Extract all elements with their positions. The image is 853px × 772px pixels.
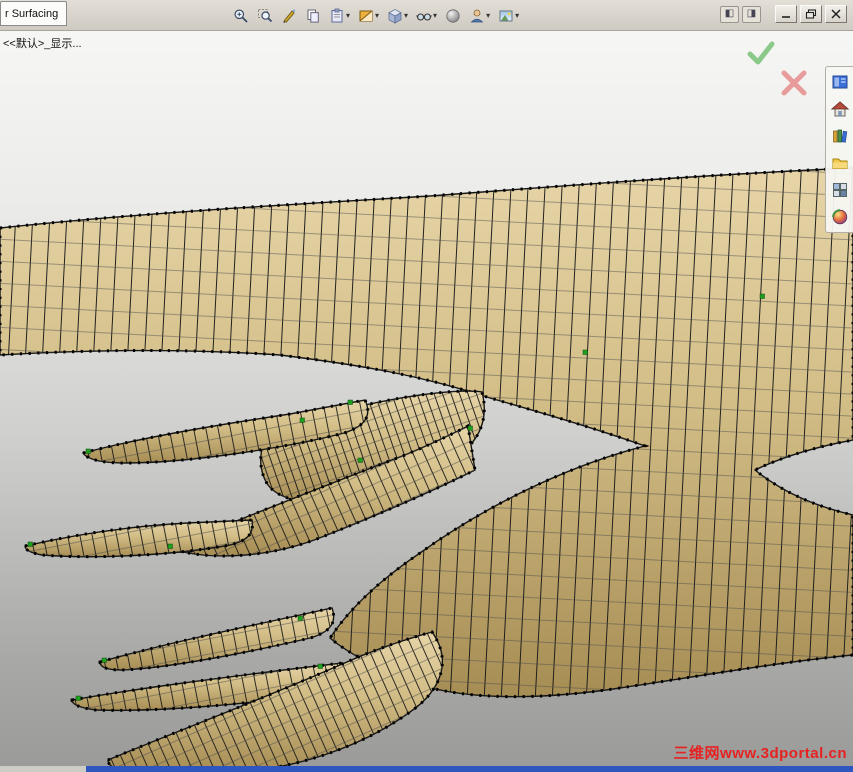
bottom-strip-left (0, 766, 86, 772)
zoom-to-area-icon[interactable] (254, 5, 276, 27)
view-orientation-icon[interactable]: ▾ (384, 5, 411, 27)
dock-left-icon[interactable]: ◧ (720, 5, 739, 23)
shaded-sphere-icon[interactable] (442, 5, 464, 27)
graphics-viewport[interactable]: <<默认>_显示... 三维网www.3dportal.cn (0, 30, 853, 772)
cancel-x-icon[interactable] (779, 68, 809, 98)
restore-button[interactable] (800, 5, 822, 23)
design-library-icon[interactable] (829, 125, 851, 147)
close-button[interactable] (825, 5, 847, 23)
chevron-down-icon[interactable]: ▾ (375, 12, 379, 20)
dock-right-icon[interactable]: ◨ (742, 5, 761, 23)
bottom-strip-right (86, 766, 853, 772)
zoom-to-fit-icon[interactable] (230, 5, 252, 27)
file-explorer-folder-icon[interactable] (829, 152, 851, 174)
accept-check-icon[interactable] (744, 36, 778, 70)
chevron-down-icon[interactable]: ▾ (404, 12, 408, 20)
copy-icon[interactable] (302, 5, 324, 27)
view-toolbar: ▾ ▾ ▾ ▾ ▾ ▾ (230, 5, 522, 27)
solidworks-resources-home-icon[interactable] (829, 98, 851, 120)
edit-appearance-icon[interactable]: ▾ (466, 5, 493, 27)
feature-tree-node[interactable]: <<默认>_显示... (3, 35, 82, 51)
sketch-pen-icon[interactable] (278, 5, 300, 27)
paste-icon[interactable]: ▾ (326, 5, 353, 27)
appearances-sphere-icon[interactable] (829, 206, 851, 228)
window-controls: ◧ ◨ (720, 5, 847, 23)
solidworks-window: ▾ ▾ ▾ ▾ ▾ ▾ ◧ ◨ r Surfacing <<默认>_显示... … (0, 0, 853, 772)
view-palette-icon[interactable] (829, 179, 851, 201)
chevron-down-icon[interactable]: ▾ (433, 12, 437, 20)
chevron-down-icon[interactable]: ▾ (486, 12, 490, 20)
task-pane-panel-icon[interactable] (829, 71, 851, 93)
task-pane (825, 66, 853, 233)
chevron-down-icon[interactable]: ▾ (346, 12, 350, 20)
watermark: 三维网www.3dportal.cn (673, 745, 847, 762)
surface-model (0, 166, 853, 772)
display-style-icon[interactable]: ▾ (413, 5, 440, 27)
section-view-icon[interactable]: ▾ (355, 5, 382, 27)
chevron-down-icon[interactable]: ▾ (515, 12, 519, 20)
minimize-button[interactable] (775, 5, 797, 23)
window-tab[interactable]: r Surfacing (0, 1, 67, 26)
toolbar: ▾ ▾ ▾ ▾ ▾ ▾ ◧ ◨ (0, 0, 853, 31)
apply-scene-icon[interactable]: ▾ (495, 5, 522, 27)
